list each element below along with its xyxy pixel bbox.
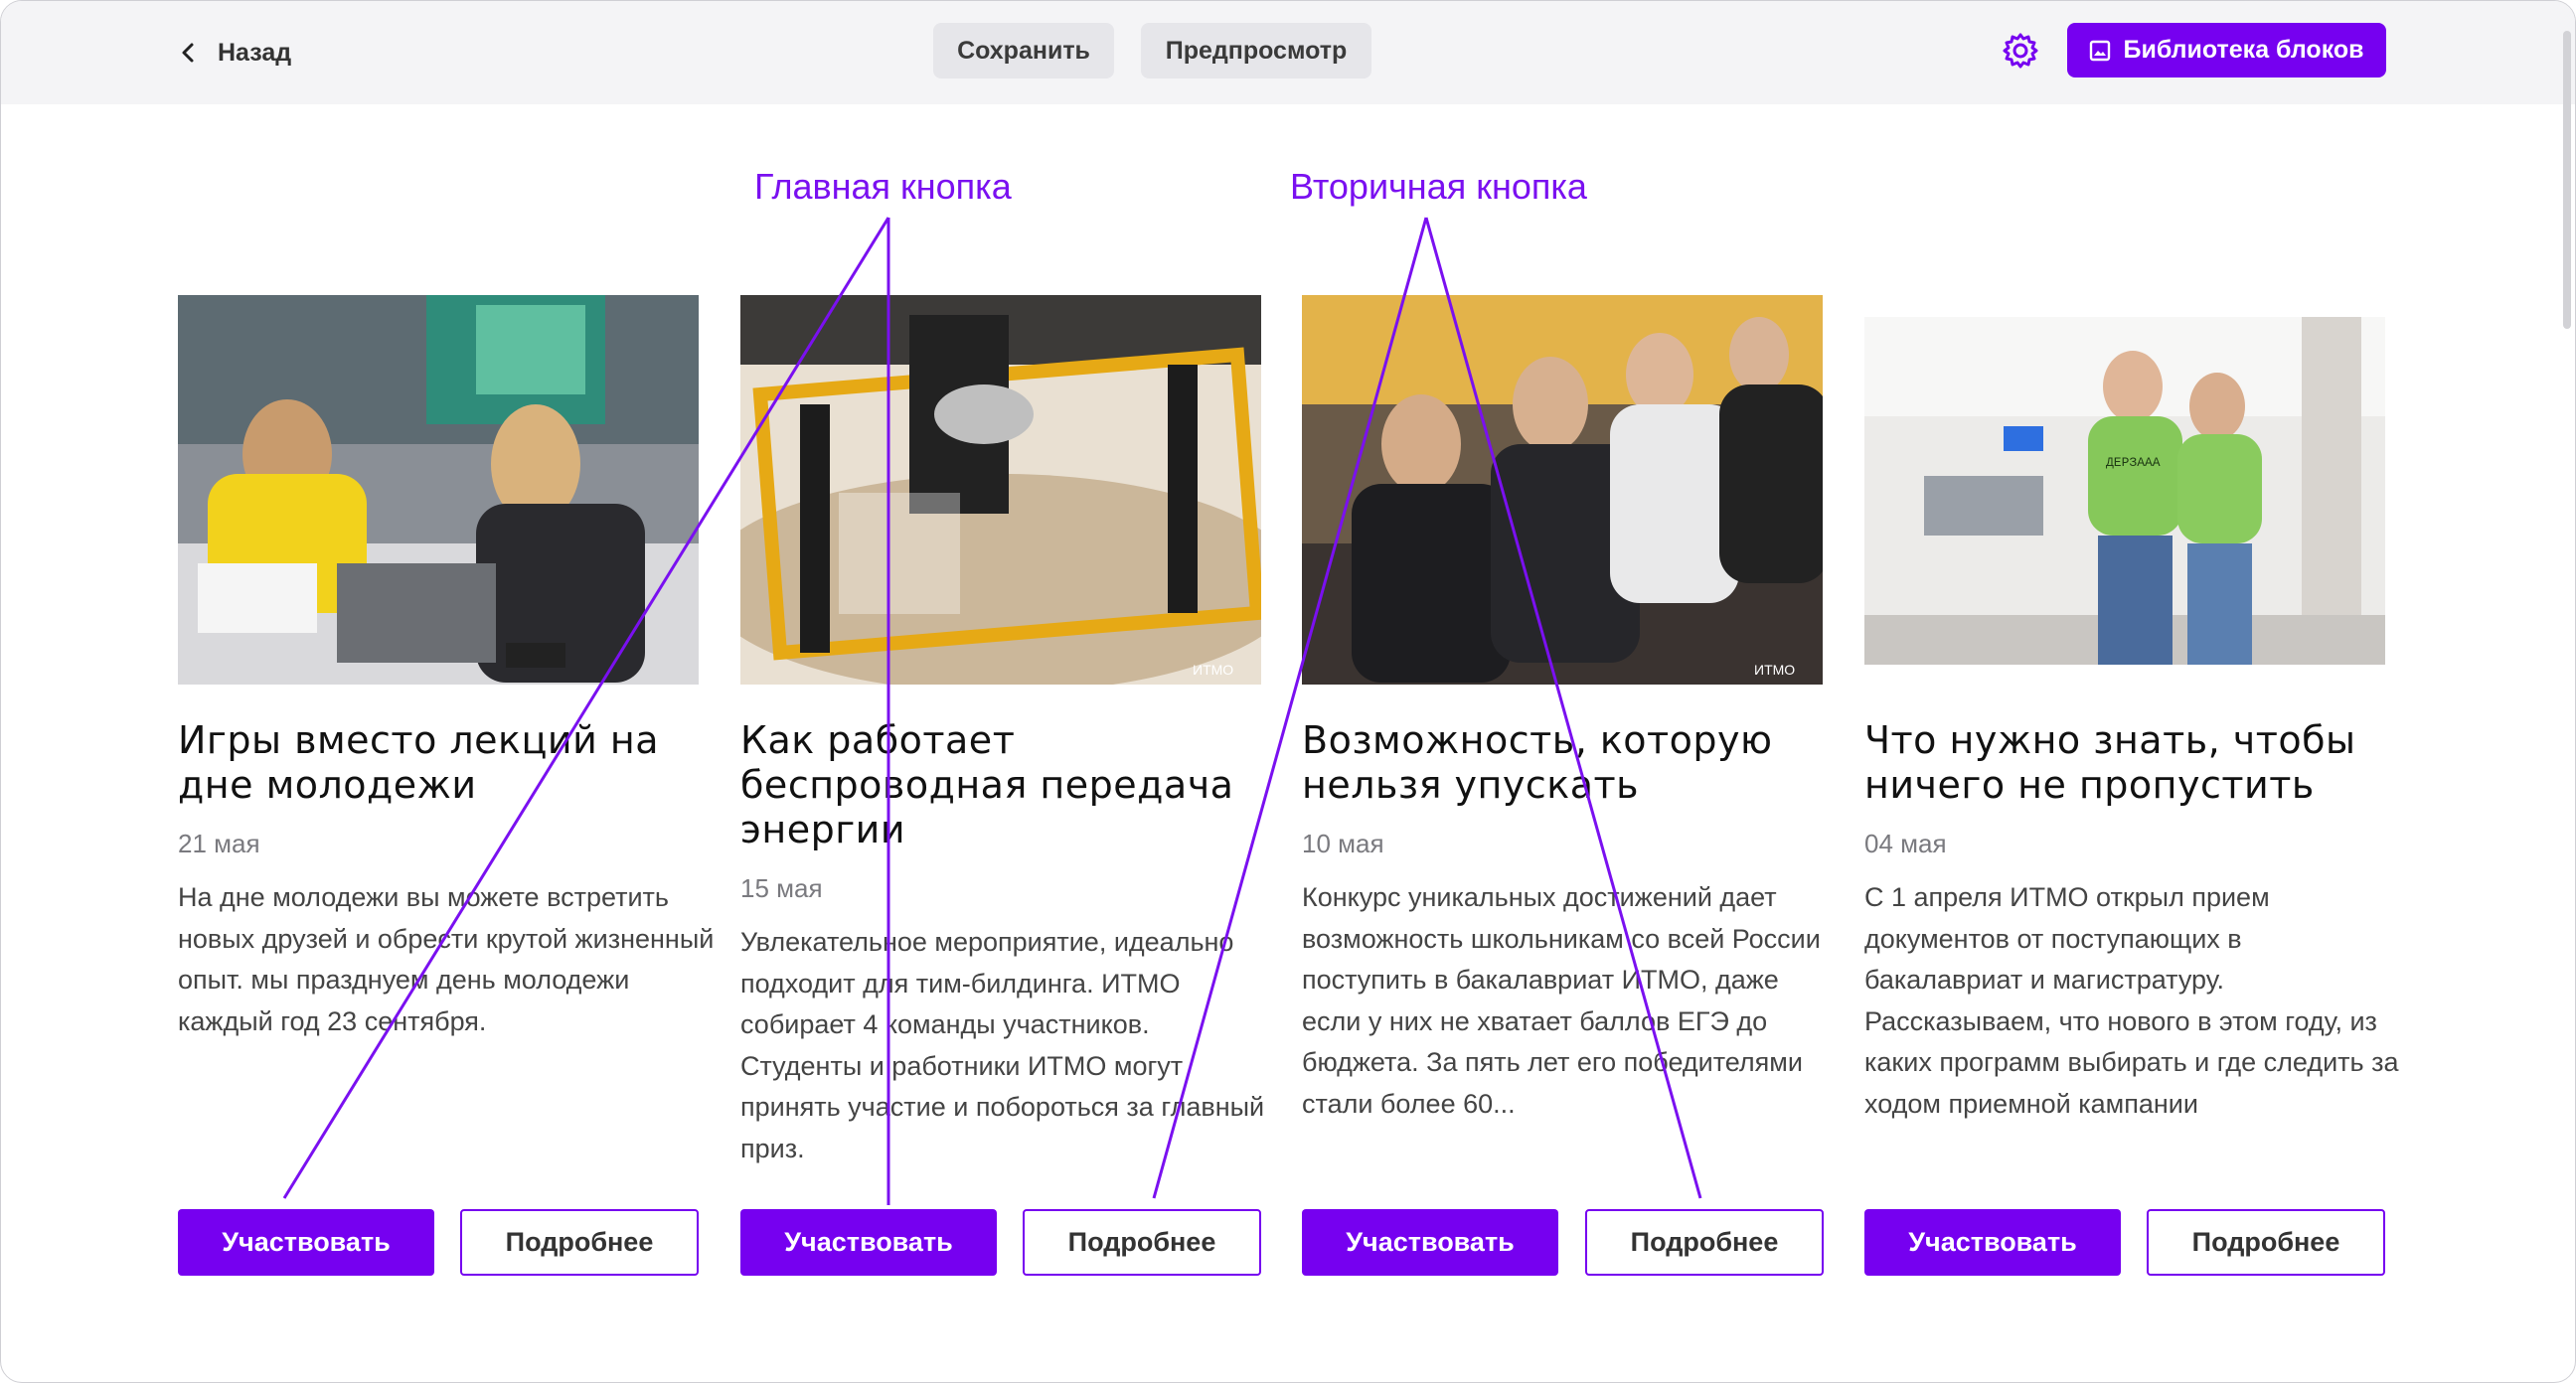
details-button[interactable]: Подробнее <box>1023 1209 1261 1276</box>
back-label: Назад <box>218 38 292 67</box>
participate-button[interactable]: Участвовать <box>178 1209 434 1276</box>
image-watermark: ИТМО <box>1193 662 1233 678</box>
save-button[interactable]: Сохранить <box>933 23 1114 78</box>
scrollbar-thumb[interactable] <box>2563 31 2571 329</box>
preview-button[interactable]: Предпросмотр <box>1141 23 1371 78</box>
card-date: 10 мая <box>1302 829 1384 858</box>
card-description: На дне молодежи вы можете встретить новы… <box>178 882 715 1036</box>
top-toolbar: Назад Сохранить Предпросмотр Библиотека … <box>1 1 2575 104</box>
card-title[interactable]: Возможность, которую нельзя упускать <box>1302 718 1839 808</box>
card-description: Конкурс уникальных достижений дает возмо… <box>1302 882 1821 1119</box>
card-title[interactable]: Как работает беспроводная передача энерг… <box>740 718 1277 852</box>
image-shirt-text: ДЕРЗААА <box>2106 455 2161 470</box>
details-button[interactable]: Подробнее <box>1585 1209 1824 1276</box>
card-image: ИТМО <box>740 295 1261 685</box>
details-button[interactable]: Подробнее <box>460 1209 699 1276</box>
card-date: 21 мая <box>178 829 260 858</box>
participate-button[interactable]: Участвовать <box>1864 1209 2121 1276</box>
card-date: 15 мая <box>740 873 823 903</box>
image-icon <box>2090 40 2111 61</box>
card-date: 04 мая <box>1864 829 1947 858</box>
annotation-pointer-lines <box>282 217 1702 1205</box>
back-button[interactable]: Назад <box>178 31 291 75</box>
image-watermark: ИТМО <box>1754 662 1795 678</box>
annotation-secondary-button: Вторичная кнопка <box>1290 166 1587 207</box>
card-image: ДЕРЗААА <box>1864 317 2385 665</box>
block-library-button[interactable]: Библиотека блоков <box>2067 23 2386 77</box>
card-title[interactable]: Что нужно знать, чтобы ничего не пропуст… <box>1864 718 2401 808</box>
card-title[interactable]: Игры вместо лекций на дне молодежи <box>178 718 715 808</box>
gear-icon[interactable] <box>2001 31 2040 71</box>
app-window: Назад Сохранить Предпросмотр Библиотека … <box>0 0 2576 1383</box>
participate-button[interactable]: Участвовать <box>1302 1209 1558 1276</box>
participate-button[interactable]: Участвовать <box>740 1209 997 1276</box>
card-description: Увлекательное мероприятие, идеально подх… <box>740 927 1265 1163</box>
annotation-primary-button: Главная кнопка <box>754 166 1012 207</box>
card-description: С 1 апреля ИТМО открыл прием документов … <box>1864 882 2399 1119</box>
block-library-label: Библиотека блоков <box>2123 36 2364 64</box>
details-button[interactable]: Подробнее <box>2147 1209 2385 1276</box>
chevron-left-icon <box>182 43 194 63</box>
card-image <box>178 295 699 685</box>
card-image: ИТМО <box>1302 295 1823 685</box>
